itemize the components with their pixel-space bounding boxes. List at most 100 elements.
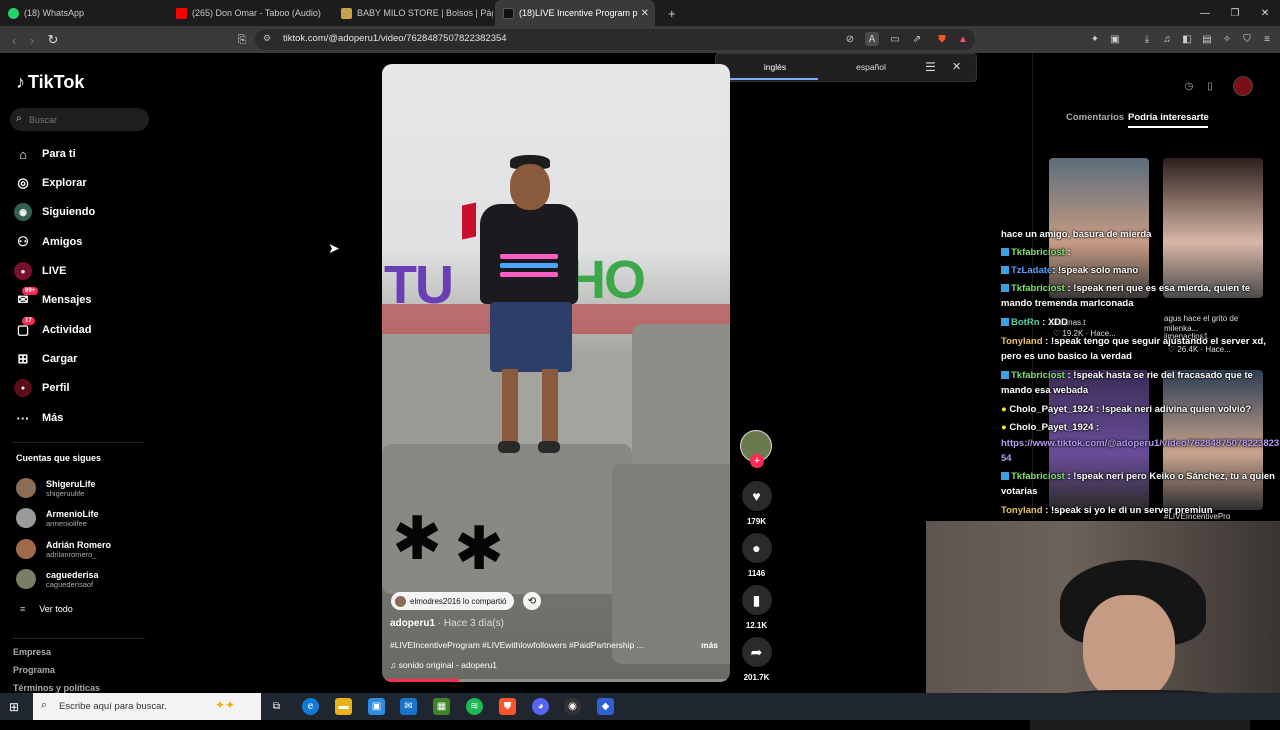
nav-mas[interactable]: ··· Más (14, 407, 64, 429)
nav-para-ti[interactable]: ⌂ Para ti (14, 143, 76, 165)
like-button[interactable]: ♥ 179K (740, 481, 773, 526)
tab-youtube[interactable]: (265) Don Omar - Taboo (Audio) (168, 0, 336, 26)
brave-rewards-icon[interactable]: ▲ (956, 32, 970, 46)
edge-icon[interactable]: e (302, 698, 319, 715)
comment-count: 1146 (747, 569, 766, 578)
follow-plus-icon[interactable]: + (750, 454, 764, 468)
video-author-line: adoperu1 · Hace 3 día(s) (390, 618, 504, 629)
caption-more-button[interactable]: más (701, 640, 718, 650)
brave-icon[interactable]: ⛊ (499, 698, 516, 715)
vpn-icon[interactable]: ⛉ (1240, 32, 1254, 46)
new-tab-button[interactable]: + (660, 0, 682, 26)
footer-link-terminos[interactable]: Términos y políticas (13, 683, 100, 693)
back-icon[interactable]: ‹ (4, 30, 24, 50)
see-all-link[interactable]: ≡ Ver todo (20, 604, 73, 614)
person-shoe-shape (538, 441, 560, 453)
chat-text: hace un amigo, basura de mierda (1001, 229, 1152, 240)
app-icon[interactable]: ◆ (597, 698, 614, 715)
flag-shape (462, 202, 476, 240)
tab-label: (18)LIVE Incentive Program p (519, 8, 638, 18)
nav-mensajes[interactable]: ✉ 99+ Mensajes (14, 287, 92, 311)
search-box[interactable]: ⌕ (10, 108, 149, 131)
tab-tiktok-active[interactable]: (18)LIVE Incentive Program p ✕ (495, 0, 655, 26)
following-item[interactable]: ShigeruLife shigeruulife (16, 475, 96, 501)
person-leg-shape (502, 369, 518, 441)
nav-live[interactable]: ● LIVE (14, 260, 66, 282)
translate-target-tab[interactable]: español (826, 62, 916, 72)
nav-label: LIVE (42, 265, 67, 277)
tab-store[interactable]: BABY MILO STORE | Bolsos | Página o (333, 0, 493, 26)
clock-icon[interactable]: ◷ (1181, 78, 1197, 94)
nav-actividad[interactable]: ▢ 17 Actividad (14, 317, 92, 341)
extensions-icon[interactable]: ✦ (1088, 32, 1102, 46)
rock-shape (632, 324, 730, 474)
menu-icon[interactable]: ≡ (1260, 32, 1274, 46)
tab-search-icon[interactable]: ▣ (1108, 32, 1122, 46)
following-item[interactable]: caguederisa caguederisaof (16, 566, 99, 592)
nav-label: Mensajes (42, 294, 92, 306)
video-progress-bar[interactable] (382, 679, 730, 682)
reload-icon[interactable]: ↻ (43, 30, 63, 50)
footer-link-programa[interactable]: Programa (13, 665, 55, 675)
device-icon[interactable]: ▯ (1202, 78, 1218, 94)
no-tracking-icon[interactable]: ⊘ (843, 32, 857, 46)
file-explorer-icon[interactable]: ▬ (335, 698, 352, 715)
taskbar-search[interactable]: ⌕ Escribe aquí para buscar. ✦✦ (33, 693, 261, 720)
playlist-icon[interactable]: ♫ (1160, 32, 1174, 46)
translate-close-icon[interactable]: ✕ (952, 60, 961, 73)
windows-start-icon[interactable]: ⊞ (9, 700, 19, 714)
following-item[interactable]: ArmenioLife armeniolifee (16, 505, 99, 531)
mail-icon[interactable]: ✉ (400, 698, 417, 715)
sidebar-toggle-icon[interactable]: ◧ (1180, 32, 1194, 46)
chat-link[interactable]: https://www.tiktok.com/@adoperu1/video/7… (1001, 438, 1279, 464)
close-window-icon[interactable]: ✕ (1250, 0, 1280, 26)
translate-icon[interactable]: A (865, 32, 879, 46)
spotify-icon[interactable]: ≋ (466, 698, 483, 715)
share-icon[interactable]: ⇗ (910, 32, 924, 46)
store-app-icon[interactable]: ▣ (368, 698, 385, 715)
minimize-icon[interactable]: — (1190, 0, 1220, 26)
tab-podria-interesarte[interactable]: Podría interesarte (1128, 112, 1209, 123)
site-info-icon[interactable]: ⚙ (263, 33, 271, 44)
forward-icon[interactable]: › (22, 30, 42, 50)
bookmark-icon[interactable]: ⎘ (232, 30, 252, 50)
translate-popup: inglés español ☰ ✕ (715, 53, 977, 82)
reader-icon[interactable]: ▭ (888, 32, 902, 46)
nav-amigos[interactable]: ⚇ Amigos (14, 231, 82, 253)
task-view-icon[interactable]: ⧉ (268, 698, 285, 715)
nav-siguiendo[interactable]: ◉ Siguiendo (14, 201, 95, 223)
repost-icon[interactable]: ⟲ (523, 592, 541, 610)
video-author[interactable]: adoperu1 (390, 618, 435, 629)
footer-link-empresa[interactable]: Empresa (13, 647, 51, 657)
translate-source-tab[interactable]: inglés (732, 62, 818, 72)
nav-cargar[interactable]: ⊞ Cargar (14, 348, 78, 370)
obs-icon[interactable]: ◉ (564, 698, 581, 715)
video-sound[interactable]: ♫ sonido original - adoperu1 (390, 660, 497, 670)
close-tab-icon[interactable]: ✕ (641, 8, 649, 19)
following-item[interactable]: Adrián Romero adrilanromero_ (16, 536, 111, 562)
tab-comentarios[interactable]: Comentarios (1066, 112, 1124, 123)
chat-text: : (1096, 422, 1100, 433)
save-button[interactable]: ▮ 12.1K (740, 585, 773, 630)
tab-whatsapp[interactable]: (18) WhatsApp (0, 0, 168, 26)
discord-icon[interactable]: ◕ (532, 698, 549, 715)
activity-badge: 17 (22, 317, 35, 325)
restore-icon[interactable]: ❐ (1220, 0, 1250, 26)
wallet-icon[interactable]: ▤ (1200, 32, 1214, 46)
nav-perfil[interactable]: ● Perfil (14, 377, 70, 399)
brave-shield-icon[interactable]: ⛊ (935, 32, 949, 46)
repost-pill[interactable]: elmodres2016 lo compartió (391, 592, 514, 610)
search-input[interactable] (29, 111, 139, 128)
video-player[interactable]: TU HO ✱ ✱ elmodres2016 lo compartió ⟲ ad… (382, 64, 730, 682)
leo-ai-icon[interactable]: ✧ (1220, 32, 1234, 46)
comment-button[interactable]: ● 1146 (740, 533, 773, 578)
chat-text: : !speak neri adivina quien volvió? (1096, 404, 1252, 415)
download-icon[interactable]: ⤓ (1140, 32, 1154, 46)
tiktok-logo[interactable]: ♪ TikTok (16, 72, 84, 93)
minecraft-icon[interactable]: ▦ (433, 698, 450, 715)
user-avatar[interactable] (1233, 76, 1253, 96)
nav-explorar[interactable]: ◎ Explorar (14, 172, 86, 194)
share-button[interactable]: ➦ 201.7K (740, 637, 773, 682)
translate-menu-icon[interactable]: ☰ (925, 60, 936, 74)
person-leg-shape (542, 369, 558, 441)
